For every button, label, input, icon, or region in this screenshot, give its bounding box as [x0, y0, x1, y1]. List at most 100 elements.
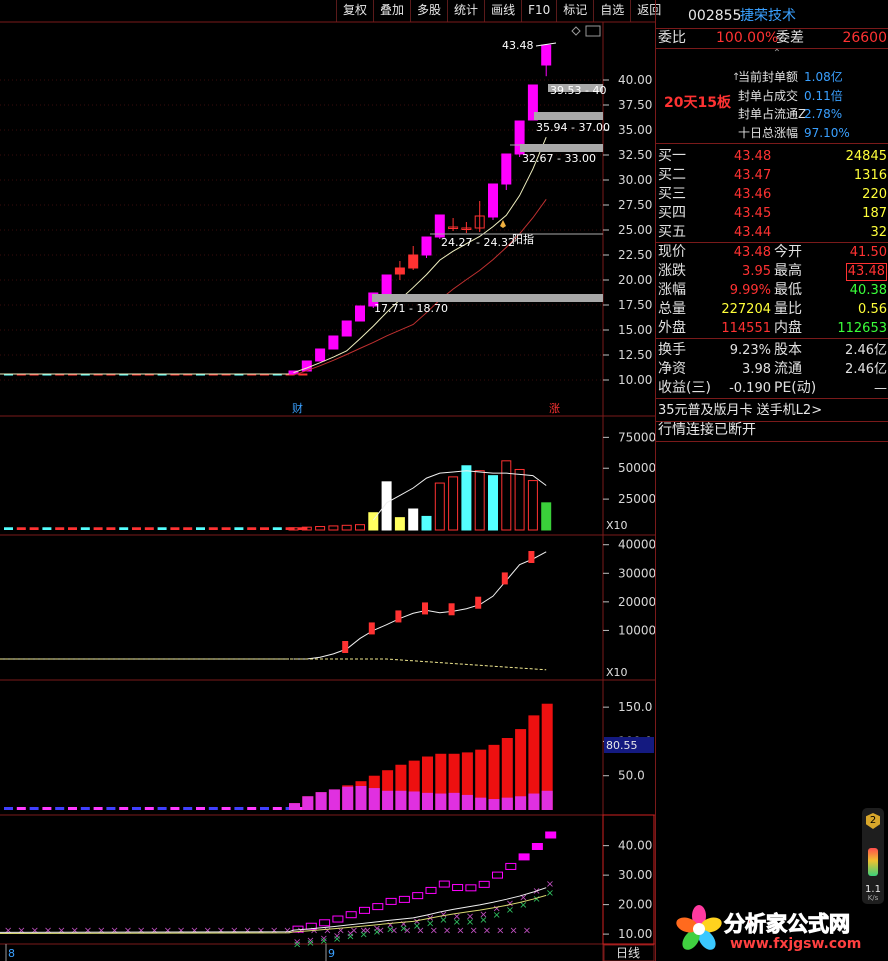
indicator-bar-magenta: [501, 797, 513, 810]
x-marker-icon: ×: [443, 926, 451, 937]
bid-price: 43.45: [734, 206, 772, 221]
limit-value: 1.08亿: [804, 70, 843, 84]
y-tick-label: 30000: [618, 566, 655, 580]
shield-icon: 2: [866, 813, 880, 829]
x-marker-icon: ×: [399, 923, 407, 934]
indicator-bar-magenta: [475, 797, 487, 810]
period-label[interactable]: 日线: [616, 946, 640, 960]
bid-row[interactable]: 买三 43.46 220: [656, 185, 888, 204]
volume-bar-flat: [4, 527, 13, 530]
stat-label: 最高: [774, 263, 802, 279]
date-tick-label: 8: [8, 947, 15, 960]
indicator-lower-line: [0, 658, 547, 671]
indicator-bar-magenta: [408, 791, 420, 810]
volume-bar-flat: [119, 527, 129, 530]
volume-bar-flat: [132, 527, 141, 530]
x-marker-icon: ×: [71, 926, 79, 937]
volume-bar-flat: [106, 527, 116, 530]
stat-label: 最低: [774, 282, 802, 298]
x-marker-icon: ×: [413, 921, 421, 932]
x-marker-icon: ×: [57, 926, 65, 937]
y-tick-label: 40.00: [618, 73, 652, 87]
x-marker-icon: ×: [493, 910, 501, 921]
price-annotation: 43.48: [502, 39, 534, 52]
x-marker-icon: ×: [44, 926, 52, 937]
x-marker-icon: ×: [483, 926, 491, 937]
indicator-bar-flat: [272, 807, 282, 810]
bid-price: 43.48: [734, 149, 772, 164]
volume-bar: [408, 508, 419, 531]
bottom-candle: [531, 842, 543, 850]
stat-value: 43.48: [733, 245, 771, 260]
y-tick-label: 150.0: [618, 700, 652, 714]
speed-badge[interactable]: 2 1.1 K/s: [862, 808, 884, 904]
indicator-bar-magenta: [448, 792, 460, 810]
settings-icon: [585, 25, 601, 37]
indicator-bar-flat: [144, 807, 154, 810]
limit-label: 封单占成交: [738, 88, 799, 103]
volume-bar-flat: [170, 527, 180, 530]
indicator-bar-flat: [260, 807, 269, 810]
x-marker-icon: ×: [466, 917, 474, 928]
x-marker-icon: ×: [373, 927, 381, 938]
bottom-candle: [438, 880, 450, 888]
indicator-bar-flat: [183, 807, 193, 810]
limit-row: 封单占流通Z 2.78%: [656, 105, 888, 124]
x-marker-icon: ×: [293, 940, 301, 951]
bid-volume: 24845: [845, 149, 887, 164]
volume-bar: [381, 481, 392, 531]
bottom-candle: [478, 880, 490, 888]
volume-bar-flat: [157, 527, 167, 530]
bid-row[interactable]: 买五 43.44 32: [656, 223, 888, 242]
indicator-bar-flat: [221, 807, 231, 810]
volume-bar-flat: [234, 527, 244, 530]
indicator-candle: [448, 603, 455, 616]
indicator-bar-magenta: [315, 792, 327, 810]
bid-row[interactable]: 买二 43.47 1316: [656, 166, 888, 185]
kline-chart[interactable]: 40.00 37.50 35.00 32.50 30.00 27.50 25.00 22.50…: [0, 0, 655, 961]
fund-row: 换手 9.23% 股本 2.46亿: [656, 341, 888, 360]
volume-bar: [341, 524, 352, 531]
indicator-bar-magenta: [355, 786, 367, 810]
indicator-bar-flat: [4, 807, 13, 810]
fund-label: 净资: [658, 361, 686, 377]
volume-bar: [501, 460, 512, 531]
limit-row: ↑ 当前封单额 1.08亿: [656, 68, 888, 87]
y-tick-label: 30.00: [618, 173, 652, 187]
bid-row[interactable]: 买四 43.45 187: [656, 204, 888, 223]
bid-volume: 187: [862, 206, 887, 221]
indicator-bar-flat: [234, 807, 244, 810]
stat-value: 114551: [721, 321, 771, 336]
candle-body: [501, 153, 512, 185]
stat-label: 涨幅: [658, 282, 686, 298]
stat-value: 41.50: [849, 245, 887, 260]
volume-bar-flat: [208, 527, 218, 530]
stat-value: 9.99%: [729, 283, 771, 298]
bid-volume: 32: [870, 225, 887, 240]
volume-bar-flat: [29, 527, 39, 530]
promo-link[interactable]: 35元普及版月卡 送手机L2>: [656, 401, 888, 420]
volume-bar-flat: [42, 527, 52, 530]
indicator-bar-magenta: [435, 793, 447, 810]
limit-row: 十日总涨幅 97.10%: [656, 124, 888, 143]
stock-name[interactable]: 捷荣技术: [740, 5, 796, 27]
indicator-bar-flat: [42, 807, 52, 810]
indicator-bar-flat: [68, 807, 77, 810]
fund-value: 2.46亿: [845, 343, 887, 358]
stat-value: 40.38: [849, 283, 887, 298]
x-marker-icon: ×: [217, 926, 225, 937]
y-tick-label: 20.00: [618, 273, 652, 287]
candle-body: [541, 44, 552, 66]
candle-body: [421, 236, 432, 256]
indicator-candle: [422, 602, 428, 615]
volume-bar-flat: [221, 527, 231, 530]
indicator-candle: [475, 596, 482, 609]
bottom-candle: [452, 884, 464, 892]
bid-row[interactable]: 买一 43.48 24845: [656, 147, 888, 166]
fund-label: 流通: [774, 361, 802, 377]
collapse-icon[interactable]: ⌃: [771, 49, 783, 59]
weidiff-value: 26600: [842, 30, 887, 46]
stat-value: 3.95: [742, 264, 771, 279]
volume-bar-flat: [260, 527, 269, 530]
diamond-icon: [571, 26, 581, 36]
